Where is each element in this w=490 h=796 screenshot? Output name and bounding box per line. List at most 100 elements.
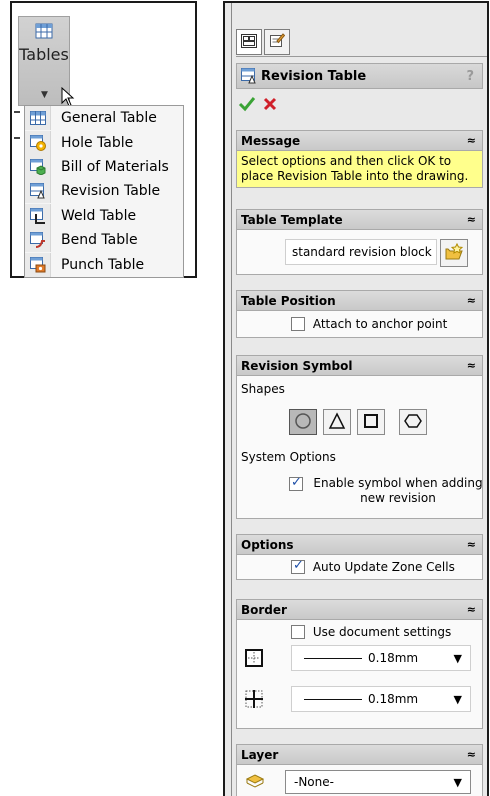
menu-item-general-table[interactable]: General Table (25, 106, 183, 131)
punch-table-icon (25, 252, 51, 277)
square-icon (362, 412, 380, 433)
menu-item-punch-table[interactable]: Punch Table (25, 252, 183, 277)
menu-item-label: Punch Table (61, 256, 145, 273)
chevron-down-icon: ▼ (453, 775, 462, 789)
auto-update-label: Auto Update Zone Cells (312, 559, 455, 574)
revision-table-icon (25, 179, 51, 204)
group-title: Revision Symbol (241, 358, 353, 373)
table-template-group: Table Template ≈ standard revision block (236, 209, 483, 275)
collapse-icon[interactable]: ≈ (467, 359, 476, 372)
options-group: Options ≈ Auto Update Zone Cells (236, 534, 483, 580)
menu-item-hole-table[interactable]: Hole Table (25, 130, 183, 155)
use-doc-row: Use document settings (291, 624, 451, 639)
bill-of-materials-icon (25, 154, 51, 179)
enable-symbol-checkbox[interactable] (289, 475, 303, 491)
border-group-header[interactable]: Border ≈ (237, 600, 482, 620)
edge-tick (14, 137, 20, 139)
grid-border-value: 0.18mm (368, 692, 419, 706)
group-title: Table Position (241, 293, 336, 308)
group-title: Table Template (241, 212, 343, 227)
collapse-icon[interactable]: ≈ (467, 213, 476, 226)
collapse-icon[interactable]: ≈ (467, 538, 476, 551)
enable-symbol-label: Enable symbol when adding new revision (313, 476, 483, 505)
box-border-icon (245, 649, 263, 670)
border-group: Border ≈ Use document settings 0.18mm ▼ (236, 599, 483, 729)
group-title: Options (241, 537, 294, 552)
menu-item-bill-of-materials[interactable]: Bill of Materials (25, 154, 183, 179)
shape-square-button[interactable] (357, 409, 385, 435)
revision-table-icon (241, 68, 257, 84)
general-table-icon (25, 106, 51, 131)
layer-select[interactable]: -None- ▼ (285, 770, 471, 794)
shape-triangle-button[interactable] (323, 409, 351, 435)
layer-body: -None- ▼ (237, 765, 482, 796)
collapse-icon[interactable]: ≈ (467, 134, 476, 147)
ok-button[interactable] (238, 96, 256, 116)
open-template-button[interactable] (440, 239, 468, 267)
tab-divider (236, 56, 487, 57)
ok-cancel-bar (238, 95, 278, 117)
property-manager-title: Revision Table (261, 68, 367, 84)
tab-properties[interactable] (264, 29, 290, 55)
property-manager-body: Revision Table ? Message ≈ Select option… (231, 3, 487, 796)
line-sample (304, 657, 362, 659)
bend-table-icon (25, 228, 51, 253)
menu-item-label: Revision Table (61, 183, 161, 200)
edge-tick (14, 111, 20, 113)
weld-table-icon (25, 203, 51, 228)
line-sample (304, 698, 362, 700)
tab-property-manager[interactable] (236, 29, 262, 55)
group-title: Border (241, 602, 287, 617)
box-border-thickness-select[interactable]: 0.18mm ▼ (291, 645, 471, 671)
revision-symbol-body: Shapes System Options ✓ Enable symbol wh… (237, 376, 483, 518)
layer-icon (245, 772, 265, 793)
menu-item-label: Weld Table (61, 207, 137, 224)
enable-symbol-row: Enable symbol when adding new revision (289, 475, 487, 506)
attach-anchor-checkbox[interactable] (291, 316, 305, 331)
help-icon[interactable]: ? (466, 69, 474, 84)
collapse-icon[interactable]: ≈ (467, 748, 476, 761)
tables-dropdown-panel: Tables ▼ General Table Hole Table Bill o… (10, 1, 197, 278)
menu-item-bend-table[interactable]: Bend Table (25, 228, 183, 253)
table-icon (35, 23, 53, 43)
options-group-header[interactable]: Options ≈ (237, 535, 482, 555)
grid-border-thickness-select[interactable]: 0.18mm ▼ (291, 686, 471, 712)
table-position-group-header[interactable]: Table Position ≈ (237, 291, 482, 311)
use-document-settings-label: Use document settings (312, 624, 452, 639)
triangle-icon (328, 411, 346, 433)
menu-item-label: Bill of Materials (61, 158, 169, 175)
layer-value: -None- (294, 775, 334, 789)
table-template-field[interactable]: standard revision block (285, 239, 437, 265)
shape-hexagon-button[interactable] (399, 409, 427, 435)
shape-circle-button[interactable] (289, 409, 317, 435)
group-title: Layer (241, 747, 279, 762)
table-position-group: Table Position ≈ Attach to anchor point (236, 290, 483, 338)
menu-item-weld-table[interactable]: Weld Table (25, 203, 183, 228)
menu-item-revision-table[interactable]: Revision Table (25, 179, 183, 204)
revision-symbol-group-header[interactable]: Revision Symbol ≈ (237, 356, 482, 376)
property-manager-panel: Revision Table ? Message ≈ Select option… (223, 1, 489, 796)
circle-icon (294, 412, 312, 433)
auto-update-checkbox[interactable] (291, 558, 305, 574)
menu-item-label: General Table (61, 110, 157, 127)
layer-group-header[interactable]: Layer ≈ (237, 745, 482, 765)
table-position-body: Attach to anchor point (237, 311, 482, 337)
message-group-header[interactable]: Message ≈ (237, 131, 482, 151)
tables-menu: General Table Hole Table Bill of Materia… (24, 105, 184, 278)
group-title: Message (241, 133, 301, 148)
shapes-label: Shapes (241, 382, 285, 396)
chevron-down-icon: ▼ (453, 651, 462, 665)
message-group: Message ≈ Select options and then click … (236, 130, 483, 188)
hexagon-icon (404, 412, 422, 433)
use-document-settings-checkbox[interactable] (291, 624, 305, 639)
table-template-group-header[interactable]: Table Template ≈ (237, 210, 482, 230)
cancel-button[interactable] (262, 96, 278, 116)
collapse-icon[interactable]: ≈ (467, 603, 476, 616)
collapse-icon[interactable]: ≈ (467, 294, 476, 307)
property-manager-title-bar: Revision Table ? (236, 63, 483, 89)
tables-button-label: Tables (19, 45, 69, 64)
options-body: Auto Update Zone Cells (237, 555, 482, 579)
border-body: Use document settings 0.18mm ▼ 0.18mm ▼ (237, 620, 482, 728)
open-template-icon (444, 242, 464, 265)
dropdown-arrow-icon[interactable]: ▼ (41, 90, 48, 100)
